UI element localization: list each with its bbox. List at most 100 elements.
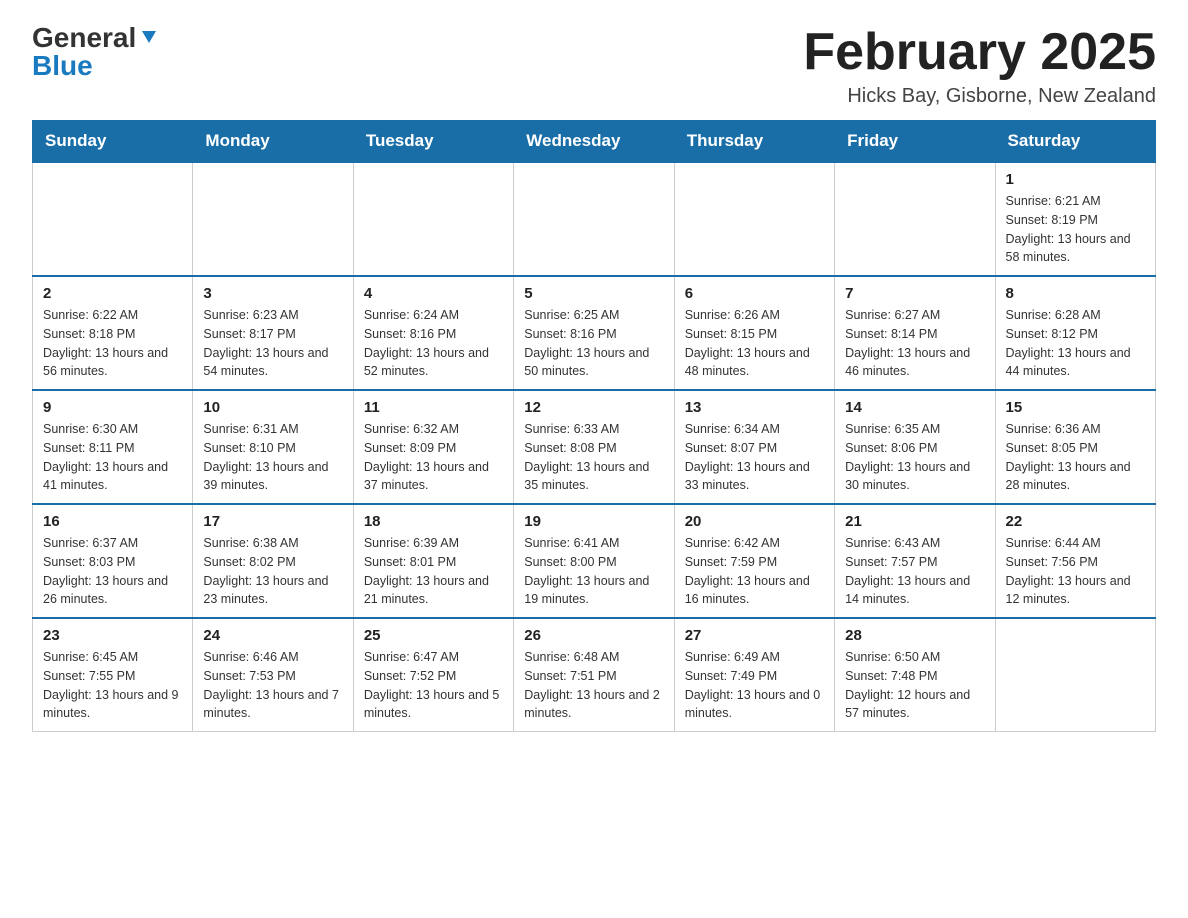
page-header: General Blue February 2025 Hicks Bay, Gi… [32,24,1156,108]
calendar-cell: 23 Sunrise: 6:45 AM Sunset: 7:55 PM Dayli… [33,618,193,732]
day-number: 17 [203,513,342,530]
logo: General Blue [32,24,158,80]
weekday-header-saturday: Saturday [995,121,1155,163]
calendar-cell: 15Sunrise: 6:36 AM Sunset: 8:05 PM Dayli… [995,390,1155,504]
weekday-header-sunday: Sunday [33,121,193,163]
day-info: Sunrise: 6:26 AM Sunset: 8:15 PM Dayligh… [685,306,824,381]
calendar-cell: 21 Sunrise: 6:43 AM Sunset: 7:57 PM Dayli… [835,504,995,618]
weekday-header-wednesday: Wednesday [514,121,674,163]
day-number: 15 [1006,399,1145,416]
calendar-cell: 13 Sunrise: 6:34 AM Sunset: 8:07 PM Dayli… [674,390,834,504]
day-number: 8 [1006,285,1145,302]
calendar-week-row: 16 Sunrise: 6:37 AM Sunset: 8:03 PM Dayli… [33,504,1156,618]
day-info: Sunrise: 6:42 AM Sunset: 7:59 PM Dayligh… [685,534,824,609]
day-number: 24 [203,627,342,644]
location-text: Hicks Bay, Gisborne, New Zealand [803,85,1156,108]
day-number: 25 [364,627,503,644]
calendar-week-row: 1 Sunrise: 6:21 AM Sunset: 8:19 PM Daylig… [33,162,1156,276]
weekday-header-monday: Monday [193,121,353,163]
calendar-week-row: 9 Sunrise: 6:30 AM Sunset: 8:11 PM Daylig… [33,390,1156,504]
calendar-cell: 6 Sunrise: 6:26 AM Sunset: 8:15 PM Daylig… [674,276,834,390]
day-info: Sunrise: 6:24 AM Sunset: 8:16 PM Dayligh… [364,306,503,381]
weekday-header-row: SundayMondayTuesdayWednesdayThursdayFrid… [33,121,1156,163]
day-info: Sunrise: 6:34 AM Sunset: 8:07 PM Dayligh… [685,420,824,495]
day-info: Sunrise: 6:45 AM Sunset: 7:55 PM Dayligh… [43,648,182,723]
day-info: Sunrise: 6:38 AM Sunset: 8:02 PM Dayligh… [203,534,342,609]
calendar-table: SundayMondayTuesdayWednesdayThursdayFrid… [32,120,1156,732]
calendar-cell [674,162,834,276]
calendar-cell [835,162,995,276]
day-number: 13 [685,399,824,416]
day-number: 20 [685,513,824,530]
day-number: 22 [1006,513,1145,530]
day-number: 28 [845,627,984,644]
day-number: 9 [43,399,182,416]
day-number: 21 [845,513,984,530]
calendar-cell: 1 Sunrise: 6:21 AM Sunset: 8:19 PM Daylig… [995,162,1155,276]
day-info: Sunrise: 6:31 AM Sunset: 8:10 PM Dayligh… [203,420,342,495]
day-number: 18 [364,513,503,530]
day-number: 26 [524,627,663,644]
day-info: Sunrise: 6:50 AM Sunset: 7:48 PM Dayligh… [845,648,984,723]
calendar-cell: 19 Sunrise: 6:41 AM Sunset: 8:00 PM Dayli… [514,504,674,618]
day-number: 27 [685,627,824,644]
calendar-cell: 11 Sunrise: 6:32 AM Sunset: 8:09 PM Dayli… [353,390,513,504]
day-info: Sunrise: 6:25 AM Sunset: 8:16 PM Dayligh… [524,306,663,381]
calendar-week-row: 23 Sunrise: 6:45 AM Sunset: 7:55 PM Dayli… [33,618,1156,732]
title-section: February 2025 Hicks Bay, Gisborne, New Z… [803,24,1156,108]
day-number: 11 [364,399,503,416]
calendar-cell: 17 Sunrise: 6:38 AM Sunset: 8:02 PM Dayli… [193,504,353,618]
day-number: 19 [524,513,663,530]
day-number: 4 [364,285,503,302]
day-number: 1 [1006,171,1145,188]
calendar-cell: 25 Sunrise: 6:47 AM Sunset: 7:52 PM Dayli… [353,618,513,732]
calendar-cell: 26 Sunrise: 6:48 AM Sunset: 7:51 PM Dayli… [514,618,674,732]
day-info: Sunrise: 6:27 AM Sunset: 8:14 PM Dayligh… [845,306,984,381]
weekday-header-friday: Friday [835,121,995,163]
calendar-cell: 22 Sunrise: 6:44 AM Sunset: 7:56 PM Dayli… [995,504,1155,618]
month-title: February 2025 [803,24,1156,81]
day-info: Sunrise: 6:43 AM Sunset: 7:57 PM Dayligh… [845,534,984,609]
day-info: Sunrise: 6:28 AM Sunset: 8:12 PM Dayligh… [1006,306,1145,381]
day-info: Sunrise: 6:48 AM Sunset: 7:51 PM Dayligh… [524,648,663,723]
day-number: 12 [524,399,663,416]
calendar-cell [353,162,513,276]
calendar-cell: 9 Sunrise: 6:30 AM Sunset: 8:11 PM Daylig… [33,390,193,504]
calendar-cell: 24Sunrise: 6:46 AM Sunset: 7:53 PM Dayli… [193,618,353,732]
day-number: 2 [43,285,182,302]
calendar-cell: 4 Sunrise: 6:24 AM Sunset: 8:16 PM Daylig… [353,276,513,390]
day-info: Sunrise: 6:33 AM Sunset: 8:08 PM Dayligh… [524,420,663,495]
logo-blue-text: Blue [32,50,93,81]
day-info: Sunrise: 6:47 AM Sunset: 7:52 PM Dayligh… [364,648,503,723]
day-info: Sunrise: 6:30 AM Sunset: 8:11 PM Dayligh… [43,420,182,495]
weekday-header-tuesday: Tuesday [353,121,513,163]
day-number: 16 [43,513,182,530]
day-info: Sunrise: 6:22 AM Sunset: 8:18 PM Dayligh… [43,306,182,381]
logo-general-text: General [32,24,136,52]
calendar-cell: 14Sunrise: 6:35 AM Sunset: 8:06 PM Dayli… [835,390,995,504]
calendar-cell [193,162,353,276]
calendar-cell: 20 Sunrise: 6:42 AM Sunset: 7:59 PM Dayli… [674,504,834,618]
day-info: Sunrise: 6:37 AM Sunset: 8:03 PM Dayligh… [43,534,182,609]
weekday-header-thursday: Thursday [674,121,834,163]
day-number: 6 [685,285,824,302]
day-number: 5 [524,285,663,302]
calendar-cell: 5 Sunrise: 6:25 AM Sunset: 8:16 PM Daylig… [514,276,674,390]
day-info: Sunrise: 6:44 AM Sunset: 7:56 PM Dayligh… [1006,534,1145,609]
day-number: 3 [203,285,342,302]
day-info: Sunrise: 6:23 AM Sunset: 8:17 PM Dayligh… [203,306,342,381]
calendar-cell: 16 Sunrise: 6:37 AM Sunset: 8:03 PM Dayli… [33,504,193,618]
day-info: Sunrise: 6:41 AM Sunset: 8:00 PM Dayligh… [524,534,663,609]
day-info: Sunrise: 6:32 AM Sunset: 8:09 PM Dayligh… [364,420,503,495]
day-number: 14 [845,399,984,416]
calendar-cell: 28 Sunrise: 6:50 AM Sunset: 7:48 PM Dayli… [835,618,995,732]
calendar-cell: 2 Sunrise: 6:22 AM Sunset: 8:18 PM Daylig… [33,276,193,390]
day-number: 7 [845,285,984,302]
calendar-week-row: 2 Sunrise: 6:22 AM Sunset: 8:18 PM Daylig… [33,276,1156,390]
calendar-cell [514,162,674,276]
calendar-cell: 10Sunrise: 6:31 AM Sunset: 8:10 PM Dayli… [193,390,353,504]
calendar-cell: 3 Sunrise: 6:23 AM Sunset: 8:17 PM Daylig… [193,276,353,390]
day-info: Sunrise: 6:21 AM Sunset: 8:19 PM Dayligh… [1006,192,1145,267]
day-number: 23 [43,627,182,644]
calendar-cell: 7 Sunrise: 6:27 AM Sunset: 8:14 PM Daylig… [835,276,995,390]
